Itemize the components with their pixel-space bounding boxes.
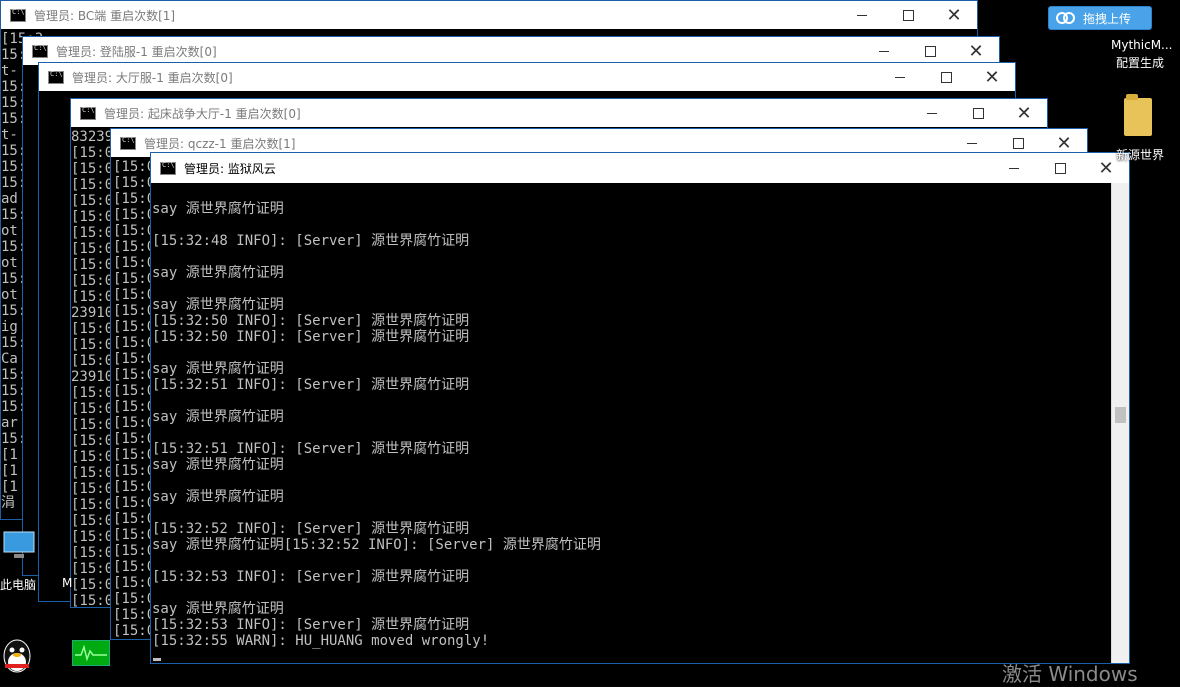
activate-windows-watermark: 激活 Windows (1002, 662, 1138, 686)
maximize-button[interactable] (885, 1, 931, 29)
minimize-button[interactable] (839, 1, 885, 29)
console-icon (80, 106, 96, 120)
title-bar[interactable]: 管理员: BC端 重启次数[1] ✕ (1, 1, 977, 29)
vertical-scrollbar[interactable] (1111, 183, 1129, 663)
title-bar[interactable]: 管理员: 大厅服-1 重启次数[0] ✕ (39, 63, 1015, 91)
console-line: say 源世界腐竹证明 (152, 457, 284, 473)
desktop-file-label-2[interactable]: 配置生成 (1116, 54, 1164, 71)
maximize-button[interactable] (907, 37, 953, 65)
console-line: say 源世界腐竹证明[15:32:52 INFO]: [Server] 源世界… (152, 537, 601, 553)
folder-label[interactable]: 新源世界 (1116, 146, 1164, 163)
console-line: say 源世界腐竹证明 (152, 297, 284, 313)
console-line: [15:32:50 INFO]: [Server] 源世界腐竹证明 (152, 329, 470, 345)
title-bar[interactable]: 管理员: 监狱风云 ✕ (151, 153, 1129, 183)
maximize-button[interactable] (955, 99, 1001, 127)
window-title: 管理员: 监狱风云 (184, 161, 276, 176)
console-icon (48, 70, 64, 84)
title-bar[interactable]: 管理员: 登陆服-1 重启次数[0] ✕ (23, 37, 999, 65)
window-title: 管理员: BC端 重启次数[1] (34, 8, 176, 23)
minimize-button[interactable] (861, 37, 907, 65)
scrollbar-thumb[interactable] (1115, 407, 1126, 423)
console-icon (32, 44, 48, 58)
close-button[interactable]: ✕ (953, 37, 999, 65)
console-icon (160, 161, 176, 175)
desktop-file-label[interactable]: MythicM... (1111, 38, 1173, 52)
console-line: say 源世界腐竹证明 (152, 265, 284, 281)
qq-penguin-icon[interactable] (0, 636, 34, 680)
window-title: 管理员: 登陆服-1 重启次数[0] (56, 44, 217, 59)
console-icon (120, 136, 136, 150)
close-button[interactable]: ✕ (969, 63, 1015, 91)
upload-label: 拖拽上传 (1083, 11, 1132, 26)
minimize-button[interactable] (991, 153, 1037, 183)
computer-icon[interactable] (0, 528, 38, 568)
window-title: 管理员: 大厅服-1 重启次数[0] (72, 70, 233, 85)
drag-upload-button[interactable]: 拖拽上传 (1048, 6, 1152, 30)
title-bar[interactable]: 管理员: 起床战争大厅-1 重启次数[0] ✕ (71, 99, 1047, 127)
console-line: [15:32:53 INFO]: [Server] 源世界腐竹证明 (152, 617, 470, 633)
console-line: say 源世界腐竹证明 (152, 361, 284, 377)
console-line: [15:32:48 INFO]: [Server] 源世界腐竹证明 (152, 233, 470, 249)
minimize-button[interactable] (909, 99, 955, 127)
folder-icon[interactable] (1124, 94, 1152, 136)
console-line: [15:32:50 INFO]: [Server] 源世界腐竹证明 (152, 313, 470, 329)
maximize-button[interactable] (923, 63, 969, 91)
console-line: [15:32:53 INFO]: [Server] 源世界腐竹证明 (152, 569, 470, 585)
console-line: [15:32:51 INFO]: [Server] 源世界腐竹证明 (152, 441, 470, 457)
activity-monitor-icon[interactable] (72, 640, 110, 666)
computer-label[interactable]: 此电脑 (0, 576, 36, 593)
text-cursor (153, 658, 161, 661)
close-button[interactable]: ✕ (1001, 99, 1047, 127)
console-line: say 源世界腐竹证明 (152, 409, 284, 425)
minimize-button[interactable] (877, 63, 923, 91)
window-title: 管理员: 起床战争大厅-1 重启次数[0] (104, 106, 301, 121)
console-line: [15:32:51 INFO]: [Server] 源世界腐竹证明 (152, 377, 470, 393)
close-button[interactable]: ✕ (931, 1, 977, 29)
console-line: [15:32:52 INFO]: [Server] 源世界腐竹证明 (152, 521, 470, 537)
computer-label-extra: M (62, 576, 73, 590)
console-line: say 源世界腐竹证明 (152, 489, 284, 505)
console-icon (10, 8, 26, 22)
maximize-button[interactable] (1037, 153, 1083, 183)
console-output[interactable]: say 源世界腐竹证明 [15:32:48 INFO]: [Server] 源世界… (152, 201, 1111, 663)
desktop: 管理员: BC端 重启次数[1] ✕ [15:3...15:t-15:15: f… (0, 0, 1180, 686)
console-window-prison[interactable]: 管理员: 监狱风云 ✕ say 源世界腐竹证明 [15:32:48 INFO]: … (150, 152, 1130, 664)
console-line: [15:32:55 WARN]: HU_HUANG moved wrongly! (152, 633, 490, 649)
cloud-icon (1056, 12, 1075, 24)
console-line: say 源世界腐竹证明 (152, 601, 284, 617)
console-line: say 源世界腐竹证明 (152, 201, 284, 217)
window-title: 管理员: qczz-1 重启次数[1] (144, 136, 296, 151)
